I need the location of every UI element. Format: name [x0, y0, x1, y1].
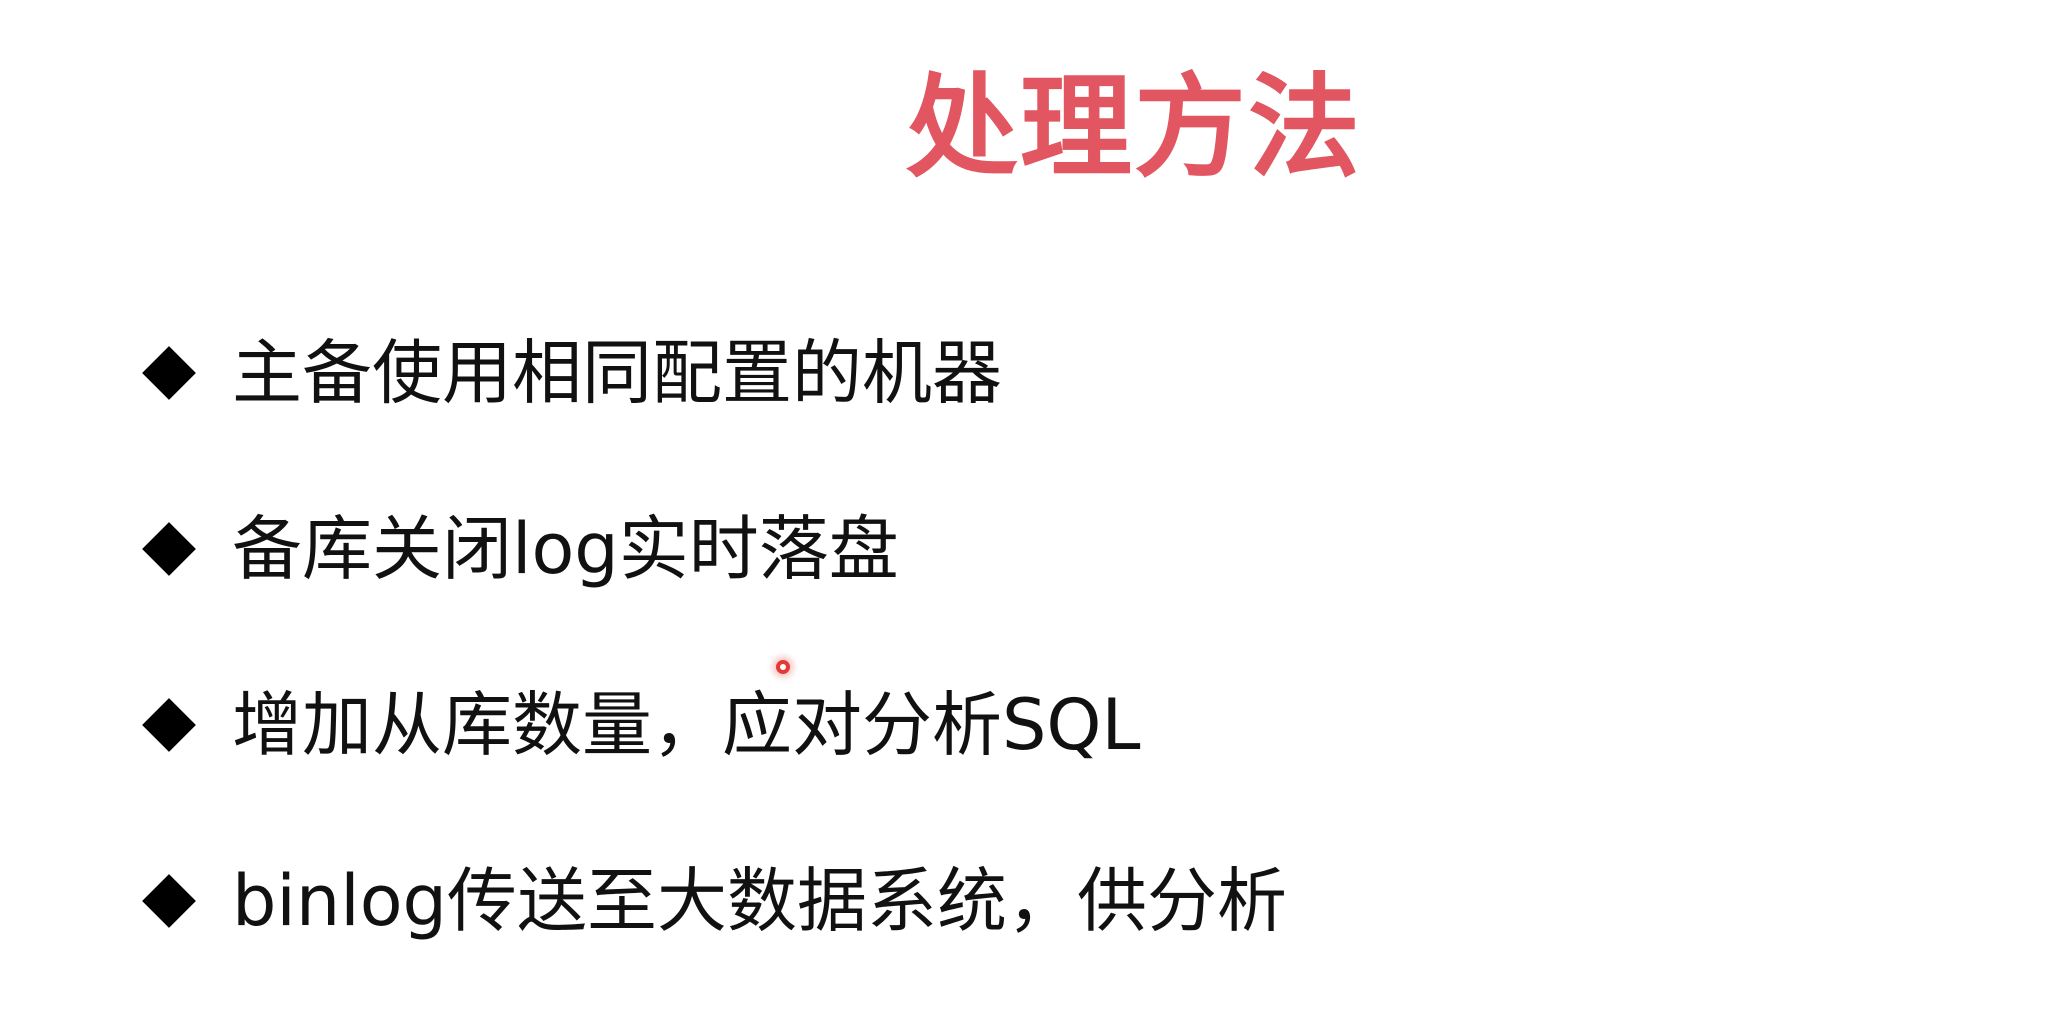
bullet-text: 主备使用相同配置的机器 — [232, 332, 1002, 414]
bullet-text: 增加从库数量，应对分析SQL — [232, 684, 1141, 766]
bullet-text: binlog传送至大数据系统，供分析 — [232, 860, 1287, 942]
laser-pointer-icon — [776, 660, 790, 674]
diamond-icon — [142, 874, 196, 928]
diamond-icon — [142, 346, 196, 400]
diamond-icon — [142, 698, 196, 752]
slide-title: 处理方法 — [906, 63, 1362, 193]
bullet-text: 备库关闭log实时落盘 — [232, 508, 899, 590]
slide: 处理方法 主备使用相同配置的机器 备库关闭log实时落盘 增加从库数量，应对分析… — [0, 0, 2046, 1033]
diamond-icon — [142, 522, 196, 576]
